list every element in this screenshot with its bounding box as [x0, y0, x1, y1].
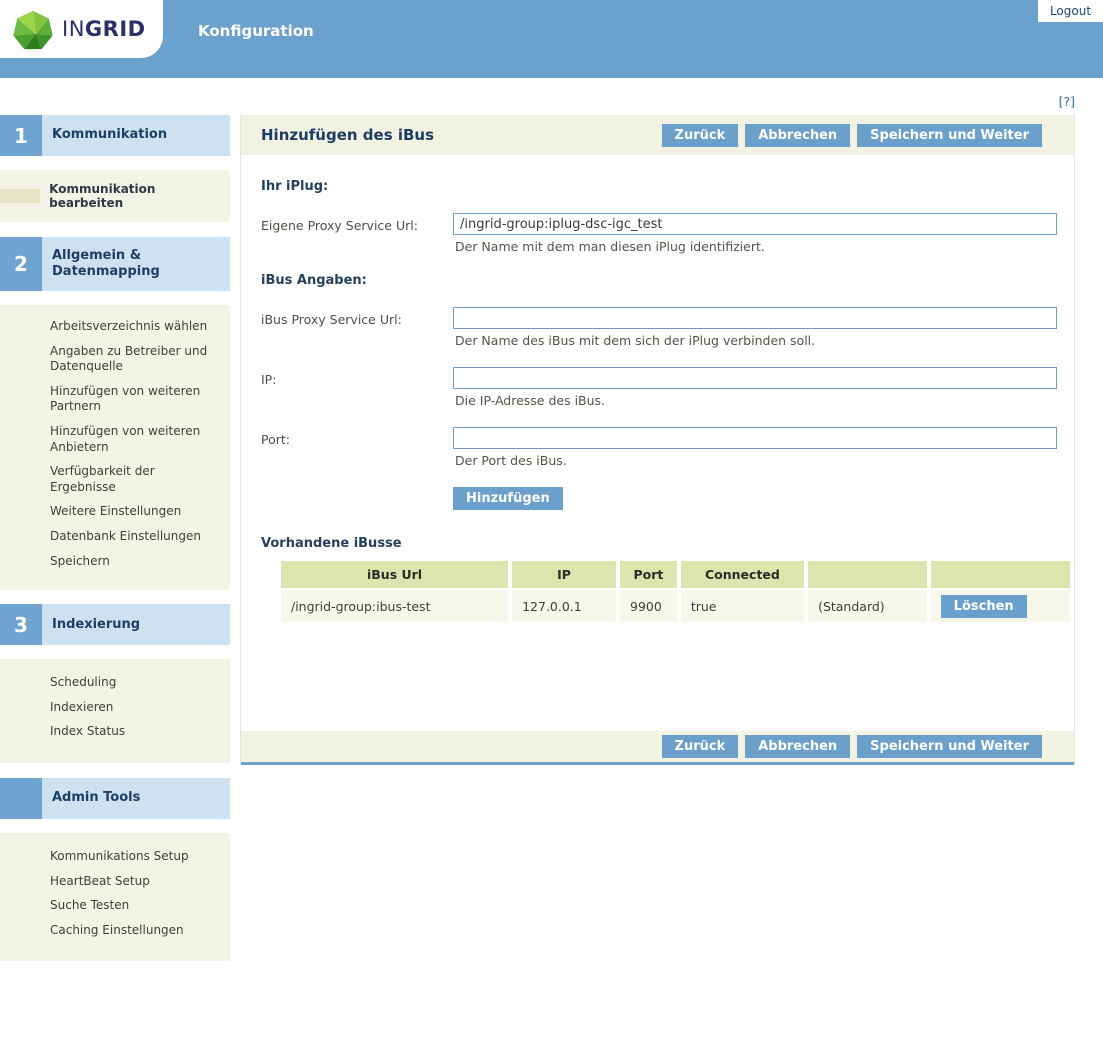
section-label: Indexierung [42, 604, 230, 645]
sidebar-section-indexierung[interactable]: 3 Indexierung [0, 604, 230, 645]
content-title-bar: Hinzufügen des iBus Zurück Abbrechen Spe… [241, 115, 1074, 155]
ip-input[interactable] [453, 367, 1057, 389]
section-number: 3 [0, 604, 42, 645]
sidebar-item-angaben-betreiber-datenquelle[interactable]: Angaben zu Betreiber und Datenquelle [50, 344, 216, 375]
ingrid-logo-text: INGRID [62, 17, 146, 41]
table-header-row: iBus Url IP Port Connected [281, 561, 1070, 588]
section-number [0, 778, 42, 819]
sidebar-item-arbeitsverzeichnis-waehlen[interactable]: Arbeitsverzeichnis wählen [50, 319, 216, 335]
eigene-proxy-service-url-input[interactable] [453, 213, 1057, 235]
cancel-button-bottom[interactable]: Abbrechen [745, 735, 850, 758]
main-content: Hinzufügen des iBus Zurück Abbrechen Spe… [240, 115, 1075, 765]
ingrid-logo[interactable]: INGRID [0, 0, 163, 58]
ingrid-logo-icon [10, 7, 56, 53]
sidebar-section-kommunikation[interactable]: 1 Kommunikation [0, 115, 230, 156]
section-label: Kommunikation [42, 115, 230, 156]
cell-port: 9900 [620, 590, 677, 622]
delete-ibus-button[interactable]: Löschen [941, 595, 1027, 618]
bottom-button-group: Zurück Abbrechen Speichern und Weiter [662, 735, 1042, 758]
back-button-top[interactable]: Zurück [662, 124, 739, 147]
cell-connected: true [681, 590, 804, 622]
sidebar-submenu-indexierung: Scheduling Indexieren Index Status [0, 659, 230, 763]
section-label: Allgemein & Datenmapping [42, 237, 230, 291]
section-number: 2 [0, 237, 42, 291]
port-field-row: Port: Der Port des iBus. [261, 427, 1074, 481]
field-label: IP: [261, 367, 453, 421]
add-ibus-button[interactable]: Hinzufügen [453, 487, 563, 510]
column-header-ip: IP [512, 561, 616, 588]
content-heading: Hinzufügen des iBus [261, 126, 434, 144]
column-header-ibus-url: iBus Url [281, 561, 508, 588]
sidebar-item-scheduling[interactable]: Scheduling [50, 675, 216, 691]
section-number: 1 [0, 115, 42, 156]
active-marker-column [0, 189, 41, 203]
sidebar-item-index-status[interactable]: Index Status [50, 724, 216, 740]
existing-ibusse-heading: Vorhandene iBusse [261, 536, 1074, 551]
field-label: Eigene Proxy Service Url: [261, 213, 453, 267]
sidebar-item-caching-einstellungen[interactable]: Caching Einstellungen [50, 923, 216, 939]
cell-ibus-url: /ingrid-group:ibus-test [281, 590, 508, 622]
sidebar-item-verfuegbarkeit-ergebnisse[interactable]: Verfügbarkeit der Ergebnisse [50, 464, 216, 495]
header-bar: INGRID Konfiguration Logout [0, 0, 1103, 78]
field-help-text: Der Name des iBus mit dem sich der iPlug… [455, 333, 1074, 348]
bottom-button-bar: Zurück Abbrechen Speichern und Weiter [241, 731, 1074, 765]
field-label: iBus Proxy Service Url: [261, 307, 453, 361]
sidebar-item-weitere-einstellungen[interactable]: Weitere Einstellungen [50, 504, 216, 520]
ip-field-row: IP: Die IP-Adresse des iBus. [261, 367, 1074, 421]
active-item-marker [0, 189, 40, 203]
field-help-text: Der Port des iBus. [455, 453, 1074, 468]
eigene-proxy-field-row: Eigene Proxy Service Url: Der Name mit d… [261, 213, 1074, 267]
sidebar-item-speichern[interactable]: Speichern [50, 554, 216, 570]
logout-button[interactable]: Logout [1038, 0, 1103, 22]
sidebar-section-allgemein-datenmapping[interactable]: 2 Allgemein & Datenmapping [0, 237, 230, 291]
sidebar-item-label: Kommunikation bearbeiten [41, 182, 230, 210]
ibus-proxy-field-row: iBus Proxy Service Url: Der Name des iBu… [261, 307, 1074, 361]
top-button-group: Zurück Abbrechen Speichern und Weiter [662, 124, 1042, 147]
sidebar-item-kommunikations-setup[interactable]: Kommunikations Setup [50, 849, 216, 865]
ibus-section-heading: iBus Angaben: [261, 273, 1074, 288]
field-label: Port: [261, 427, 453, 481]
sidebar-submenu-allgemein: Arbeitsverzeichnis wählen Angaben zu Bet… [0, 305, 230, 590]
sidebar-item-kommunikation-bearbeiten[interactable]: Kommunikation bearbeiten [0, 170, 230, 222]
sidebar: 1 Kommunikation Kommunikation bearbeiten… [0, 115, 230, 961]
field-help-text: Die IP-Adresse des iBus. [455, 393, 1074, 408]
cell-standard: (Standard) [808, 590, 927, 622]
field-help-text: Der Name mit dem man diesen iPlug identi… [455, 239, 1074, 254]
sidebar-item-suche-testen[interactable]: Suche Testen [50, 898, 216, 914]
page-title: Konfiguration [198, 22, 314, 40]
cell-ip: 127.0.0.1 [512, 590, 616, 622]
column-header-empty-actions [931, 561, 1070, 588]
cancel-button-top[interactable]: Abbrechen [745, 124, 850, 147]
sidebar-item-datenbank-einstellungen[interactable]: Datenbank Einstellungen [50, 529, 216, 545]
help-link[interactable]: [?] [1059, 94, 1075, 109]
iplug-section-heading: Ihr iPlug: [261, 179, 1074, 194]
sidebar-item-indexieren[interactable]: Indexieren [50, 700, 216, 716]
ibus-proxy-service-url-input[interactable] [453, 307, 1057, 329]
sidebar-submenu-admin-tools: Kommunikations Setup HeartBeat Setup Suc… [0, 833, 230, 961]
form-area: Ihr iPlug: Eigene Proxy Service Url: Der… [241, 155, 1074, 731]
vorhandene-ibusse-table: iBus Url IP Port Connected /ingrid-group… [277, 559, 1074, 624]
save-continue-button-top[interactable]: Speichern und Weiter [857, 124, 1042, 147]
port-input[interactable] [453, 427, 1057, 449]
column-header-empty-standard [808, 561, 927, 588]
page: INGRID Konfiguration Logout [?] 1 Kommun… [0, 0, 1103, 1053]
sidebar-section-admin-tools[interactable]: Admin Tools [0, 778, 230, 819]
table-row: /ingrid-group:ibus-test 127.0.0.1 9900 t… [281, 590, 1070, 622]
section-label: Admin Tools [42, 778, 230, 819]
column-header-connected: Connected [681, 561, 804, 588]
sidebar-item-heartbeat-setup[interactable]: HeartBeat Setup [50, 874, 216, 890]
column-header-port: Port [620, 561, 677, 588]
sidebar-item-hinzufuegen-partnern[interactable]: Hinzufügen von weiteren Partnern [50, 384, 216, 415]
sidebar-item-hinzufuegen-anbietern[interactable]: Hinzufügen von weiteren Anbietern [50, 424, 216, 455]
save-continue-button-bottom[interactable]: Speichern und Weiter [857, 735, 1042, 758]
back-button-bottom[interactable]: Zurück [662, 735, 739, 758]
